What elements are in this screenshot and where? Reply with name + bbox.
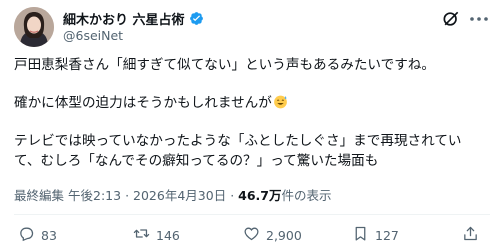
bookmark-icon [352, 225, 369, 246]
reply-icon [18, 225, 35, 246]
post-text-segment: 確かに体型の迫力はそうかもしれませんが [14, 95, 272, 111]
share-icon [462, 225, 479, 246]
verified-badge-icon [189, 11, 204, 26]
edited-label[interactable]: 最終編集 [14, 188, 64, 203]
post-text-line: て、むしろ「なんでその癖知ってるの？」って驚いた場面も [14, 153, 379, 169]
author-display-name[interactable]: 細木かおり 六星占術 [63, 9, 185, 28]
post-time[interactable]: 午後2:13 [68, 188, 121, 203]
reply-count: 83 [41, 227, 57, 243]
avatar[interactable] [14, 7, 54, 47]
like-count: 2,900 [266, 227, 302, 243]
retweet-icon [133, 225, 150, 246]
bookmark-button[interactable]: 127 [352, 226, 399, 244]
grok-icon[interactable] [441, 9, 461, 29]
avatar-image [14, 7, 54, 47]
views-count: 46.7万 [238, 188, 282, 203]
post-text-line: 確かに体型の迫力はそうかもしれませんが [14, 93, 490, 113]
post-date[interactable]: 2026年4月30日 [133, 188, 226, 203]
heart-icon [243, 225, 260, 246]
share-button[interactable] [462, 226, 479, 244]
meta-separator: · [125, 188, 130, 203]
post-text-line: テレビでは映っていなかったような「ふとしたしぐさ」まで再現されてい [14, 133, 462, 149]
post-text-line: 戸田恵梨香さん「細すぎて似てない」という声もあるみたいですね。 [14, 57, 435, 73]
reply-button[interactable]: 83 [18, 226, 57, 244]
like-button[interactable]: 2,900 [243, 226, 302, 244]
retweet-count: 146 [156, 227, 180, 243]
retweet-button[interactable]: 146 [133, 226, 180, 244]
author-handle[interactable]: @6seiNet [63, 28, 123, 43]
meta-separator: · [230, 188, 235, 203]
author-name-row: 細木かおり 六星占術 [63, 9, 204, 28]
divider [14, 214, 490, 215]
views-label: 件の表示 [281, 188, 332, 203]
more-options-icon[interactable] [468, 9, 490, 29]
sweat-smile-emoji-icon [273, 94, 288, 109]
post-meta: 最終編集 午後2:13 · 2026年4月30日 · 46.7万件の表示 [14, 185, 332, 204]
bookmark-count: 127 [375, 227, 399, 243]
post-card: 細木かおり 六星占術 @6seiNet 戸田恵梨香さん「細すぎて似てない」という… [0, 0, 500, 249]
